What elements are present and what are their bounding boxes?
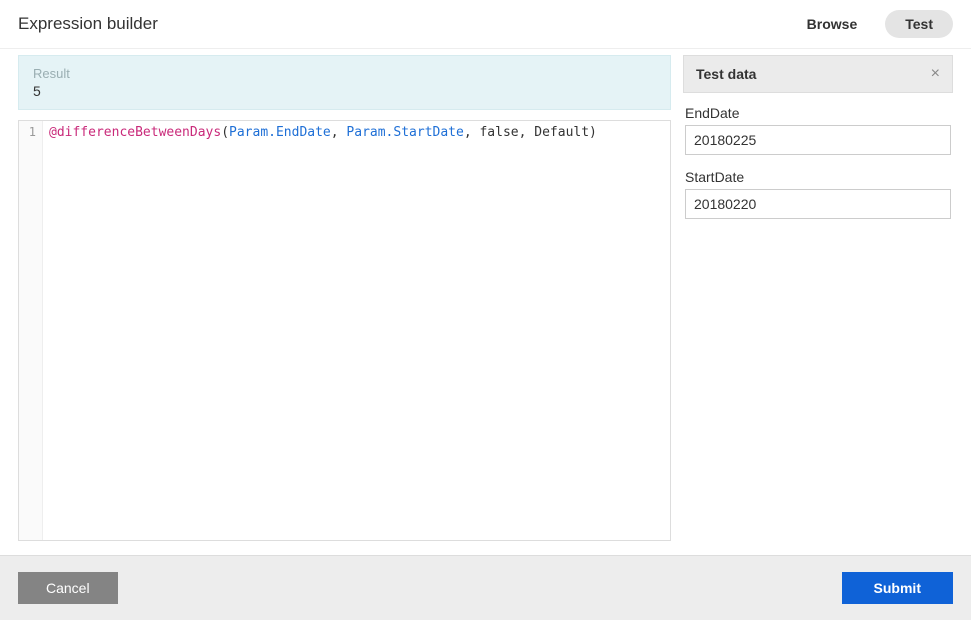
submit-button[interactable]: Submit [842,572,953,604]
close-icon[interactable]: × [931,66,940,82]
page-title: Expression builder [18,14,158,34]
test-data-panel: Test data × EndDate StartDate [683,49,953,555]
footer: Cancel Submit [0,555,971,620]
enddate-label: EndDate [685,105,951,121]
test-data-body: EndDate StartDate [683,93,953,245]
browse-button[interactable]: Browse [797,10,868,38]
token-param-startdate: Param.StartDate [346,125,463,140]
editor-gutter: 1 [19,121,43,540]
token-param-enddate: Param.EndDate [229,125,331,140]
line-number: 1 [21,125,36,139]
result-label: Result [33,66,656,81]
field-startdate: StartDate [685,169,951,219]
startdate-label: StartDate [685,169,951,185]
main-area: Result 5 1 @differenceBetweenDays(Param.… [0,49,971,555]
test-data-title: Test data [696,66,756,82]
cancel-button[interactable]: Cancel [18,572,118,604]
result-box: Result 5 [18,55,671,110]
test-button[interactable]: Test [885,10,953,38]
token-sep: , [331,125,347,140]
field-enddate: EndDate [685,105,951,155]
expression-editor[interactable]: 1 @differenceBetweenDays(Param.EndDate, … [18,120,671,541]
code-area[interactable]: @differenceBetweenDays(Param.EndDate, Pa… [43,121,670,540]
token-tail: , false, Default) [464,125,597,140]
test-data-header: Test data × [683,55,953,93]
token-function: @differenceBetweenDays [49,125,221,140]
enddate-input[interactable] [685,125,951,155]
result-value: 5 [33,83,656,99]
startdate-input[interactable] [685,189,951,219]
header-actions: Browse Test [797,10,953,38]
left-column: Result 5 1 @differenceBetweenDays(Param.… [18,49,671,555]
token-paren: ( [221,125,229,140]
header: Expression builder Browse Test [0,0,971,49]
